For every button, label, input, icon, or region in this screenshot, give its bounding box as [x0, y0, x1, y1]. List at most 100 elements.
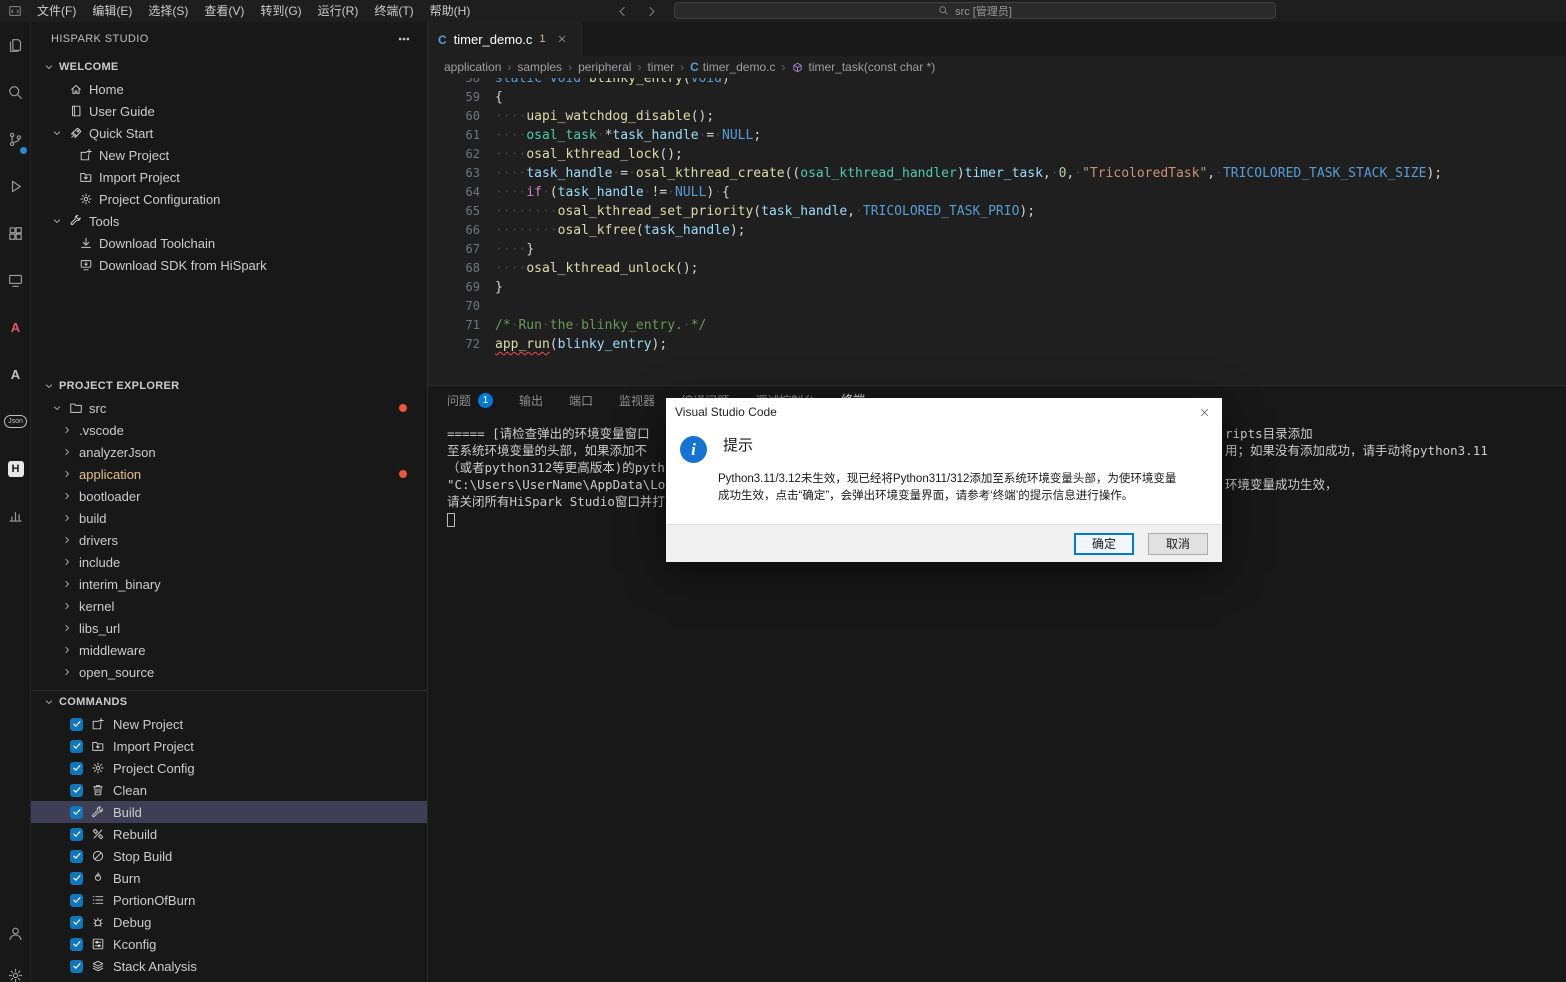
- panel-tab-2[interactable]: 端口: [569, 386, 593, 414]
- titlebar: 文件(F)编辑(E)选择(S)查看(V)转到(G)运行(R)终端(T)帮助(H)…: [0, 0, 1566, 22]
- sidebar-item-home[interactable]: Home: [31, 78, 427, 100]
- command-item-debug[interactable]: Debug: [31, 911, 427, 933]
- checkbox-checked[interactable]: [70, 784, 83, 797]
- explorer-item-src[interactable]: src: [31, 397, 427, 419]
- menu-item-0[interactable]: 文件(F): [29, 0, 84, 22]
- command-item-burn[interactable]: Burn: [31, 867, 427, 889]
- sidebar-item-quick-start[interactable]: Quick Start: [31, 122, 427, 144]
- command-item-import-project[interactable]: Import Project: [31, 735, 427, 757]
- tab-timer-demo-c[interactable]: C timer_demo.c 1: [428, 22, 582, 56]
- checkbox-checked[interactable]: [70, 894, 83, 907]
- run-debug-activity-icon[interactable]: [0, 163, 31, 210]
- breadcrumb-peripheral[interactable]: peripheral: [578, 60, 631, 74]
- checkbox-checked[interactable]: [70, 850, 83, 863]
- checkbox-checked[interactable]: [70, 740, 83, 753]
- explorer-item-include[interactable]: include: [31, 551, 427, 573]
- explorer-item-middleware[interactable]: middleware: [31, 639, 427, 661]
- command-item-stop-build[interactable]: Stop Build: [31, 845, 427, 867]
- more-actions-icon[interactable]: [397, 32, 411, 46]
- terminal-cursor: [447, 513, 455, 527]
- explorer-item-open-source[interactable]: open_source: [31, 661, 427, 683]
- checkbox-checked[interactable]: [70, 718, 83, 731]
- breadcrumb-samples[interactable]: samples: [517, 60, 562, 74]
- sidebar-item-project-configuration[interactable]: Project Configuration: [31, 188, 427, 210]
- section-welcome[interactable]: WELCOME: [31, 56, 427, 78]
- command-item-project-config[interactable]: Project Config: [31, 757, 427, 779]
- checkbox-checked[interactable]: [70, 916, 83, 929]
- explorer-item-kernel[interactable]: kernel: [31, 595, 427, 617]
- explorer-item-analyzerjson[interactable]: analyzerJson: [31, 441, 427, 463]
- sidebar-item-import-project[interactable]: Import Project: [31, 166, 427, 188]
- tool-a-activity-icon[interactable]: A: [0, 351, 31, 398]
- checkbox-checked[interactable]: [70, 938, 83, 951]
- breadcrumb-timer-demo-c[interactable]: Ctimer_demo.c: [690, 60, 775, 74]
- panel-tab-3[interactable]: 监视器: [619, 386, 655, 414]
- breadcrumb-timer[interactable]: timer: [647, 60, 674, 74]
- account-activity-icon[interactable]: [0, 912, 31, 954]
- sidebar-item-download-toolchain[interactable]: Download Toolchain: [31, 232, 427, 254]
- search-activity-icon[interactable]: [0, 69, 31, 116]
- sidebar-item-new-project[interactable]: New Project: [31, 144, 427, 166]
- checkbox-checked[interactable]: [70, 960, 83, 973]
- menu-item-1[interactable]: 编辑(E): [84, 0, 140, 22]
- ok-button[interactable]: 确定: [1074, 533, 1134, 555]
- code-editor[interactable]: 58static·void·blinky_entry(void)59{60···…: [428, 78, 1566, 385]
- menu-item-7[interactable]: 帮助(H): [422, 0, 479, 22]
- c-file-icon: C: [438, 32, 447, 47]
- panel-tab-0[interactable]: 问题1: [447, 386, 493, 414]
- checkbox-checked[interactable]: [70, 762, 83, 775]
- source-control-activity-icon[interactable]: [0, 116, 31, 163]
- menu-item-6[interactable]: 终端(T): [366, 0, 421, 22]
- json-tool-activity-icon[interactable]: Json: [0, 398, 31, 445]
- close-icon[interactable]: [1192, 402, 1216, 422]
- panel-tab-1[interactable]: 输出: [519, 386, 543, 414]
- checkbox-checked[interactable]: [70, 806, 83, 819]
- command-item-rebuild[interactable]: Rebuild: [31, 823, 427, 845]
- hispark-tool-activity-icon[interactable]: H: [0, 445, 31, 492]
- extensions-activity-icon[interactable]: [0, 210, 31, 257]
- command-center-search[interactable]: src [管理员]: [674, 2, 1276, 19]
- dialog-footer: 确定 取消: [666, 524, 1222, 562]
- command-item-kconfig[interactable]: Kconfig: [31, 933, 427, 955]
- command-item-partial[interactable]: [31, 977, 427, 982]
- sidebar-item-download-sdk-from-hispark[interactable]: Download SDK from HiSpark: [31, 254, 427, 276]
- breadcrumb-application[interactable]: application: [444, 60, 501, 74]
- explorer-item-bootloader[interactable]: bootloader: [31, 485, 427, 507]
- sidebar-item-tools[interactable]: Tools: [31, 210, 427, 232]
- menu-item-5[interactable]: 运行(R): [310, 0, 367, 22]
- explorer-item-application[interactable]: application: [31, 463, 427, 485]
- breadcrumb-timer-task-const-char[interactable]: timer_task(const char *): [791, 60, 935, 74]
- section-project-explorer[interactable]: PROJECT EXPLORER: [31, 375, 427, 397]
- close-icon[interactable]: [553, 30, 571, 48]
- forward-arrow-button[interactable]: [645, 5, 658, 18]
- code-line-60: 60····uapi_watchdog_disable();: [428, 107, 1566, 126]
- checkbox-checked[interactable]: [70, 872, 83, 885]
- tool-a-red-activity-icon[interactable]: A: [0, 304, 31, 351]
- settings-activity-icon[interactable]: [0, 954, 31, 982]
- checkbox-checked[interactable]: [70, 828, 83, 841]
- command-item-new-project[interactable]: New Project: [31, 713, 427, 735]
- command-item-stack-analysis[interactable]: Stack Analysis: [31, 955, 427, 977]
- command-item-build[interactable]: Build: [31, 801, 427, 823]
- explorer-item-drivers[interactable]: drivers: [31, 529, 427, 551]
- back-arrow-button[interactable]: [616, 5, 629, 18]
- breadcrumb-separator: ›: [507, 60, 511, 74]
- menu-item-3[interactable]: 查看(V): [196, 0, 252, 22]
- dialog-heading: 提示: [723, 434, 753, 455]
- menu-item-2[interactable]: 选择(S): [140, 0, 196, 22]
- section-commands[interactable]: COMMANDS: [31, 691, 427, 713]
- code-line-66: 66········osal_kfree(task_handle);: [428, 221, 1566, 240]
- explorer-item-interim-binary[interactable]: interim_binary: [31, 573, 427, 595]
- sidebar-item-user-guide[interactable]: User Guide: [31, 100, 427, 122]
- menu-item-4[interactable]: 转到(G): [252, 0, 309, 22]
- explorer-item-libs-url[interactable]: libs_url: [31, 617, 427, 639]
- remote-device-activity-icon[interactable]: [0, 257, 31, 304]
- explorer-item-vscode[interactable]: .vscode: [31, 419, 427, 441]
- explorer-item-build[interactable]: build: [31, 507, 427, 529]
- command-item-clean[interactable]: Clean: [31, 779, 427, 801]
- explorer-activity-icon[interactable]: [0, 22, 31, 69]
- command-item-portionofburn[interactable]: PortionOfBurn: [31, 889, 427, 911]
- cancel-button[interactable]: 取消: [1148, 533, 1208, 555]
- search-text: src [管理员]: [955, 3, 1012, 19]
- analysis-activity-icon[interactable]: [0, 492, 31, 539]
